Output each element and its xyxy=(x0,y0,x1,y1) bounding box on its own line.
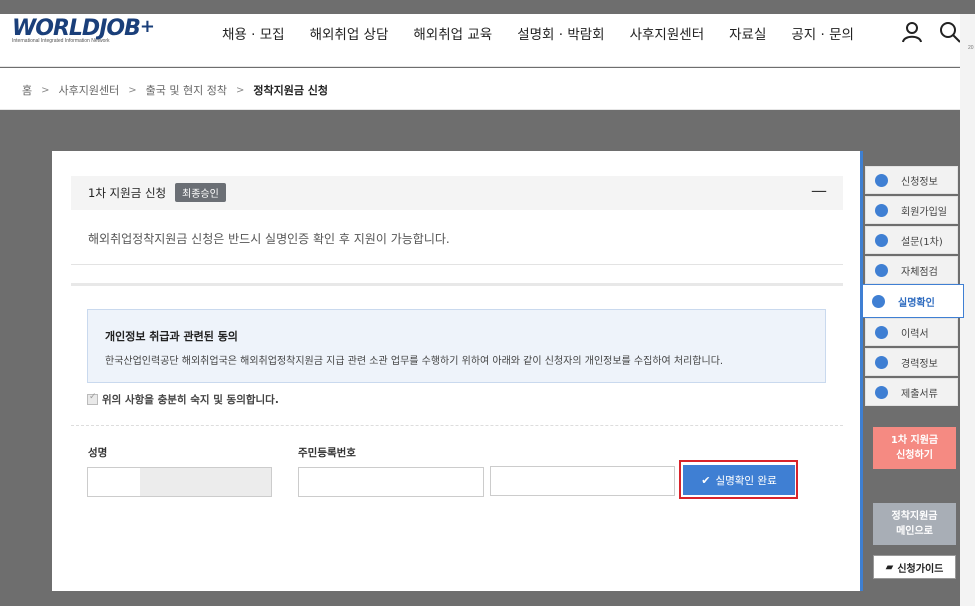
main-button[interactable]: 정착지원금메인으로 xyxy=(873,503,956,545)
divider xyxy=(71,283,843,286)
modal-accent-line xyxy=(860,151,863,591)
verify-button[interactable]: ✔ 실명확인 완료 xyxy=(683,465,795,495)
breadcrumb: 홈 > 사후지원센터 > 출국 및 현지 정착 > 정착지원금 신청 xyxy=(22,82,328,98)
section-title: 1차 지원금 신청 xyxy=(88,186,167,200)
user-icon[interactable] xyxy=(900,20,924,44)
step-label: 자체점검 xyxy=(901,266,938,278)
name-field[interactable] xyxy=(87,467,272,497)
chevron-right-icon: > xyxy=(128,84,137,96)
step-dot-icon xyxy=(875,325,888,339)
step-dot-icon xyxy=(875,385,888,399)
nav-item-recruit[interactable]: 채용 · 모집 xyxy=(222,23,285,43)
step-dot-icon xyxy=(875,355,888,369)
check-icon: ✔ xyxy=(701,473,711,487)
step-dot-icon xyxy=(875,203,888,217)
site-header: WORLDJOB+ International Integrated Infor… xyxy=(0,14,962,67)
agree-label: 위의 사항을 충분히 숙지 및 동의합니다. xyxy=(102,394,279,406)
nav-item-consult[interactable]: 해외취업 상담 xyxy=(310,23,389,43)
apply-button-line1: 1차 지원금 xyxy=(890,435,939,446)
step-label: 경력정보 xyxy=(901,358,938,370)
step-item-verification[interactable]: 실명확인 xyxy=(860,284,964,318)
main-button-line2: 메인으로 xyxy=(896,526,933,537)
divider xyxy=(71,425,843,426)
step-item-join-date[interactable]: 회원가입일 xyxy=(865,196,958,224)
rrn-front-field[interactable] xyxy=(298,467,484,497)
main-button-line1: 정착지원금 xyxy=(891,511,938,522)
step-dot-icon xyxy=(872,294,885,308)
breadcrumb-level1[interactable]: 사후지원센터 xyxy=(59,82,120,98)
agree-checkbox[interactable] xyxy=(87,392,98,405)
guide-button-label: 신청가이드 xyxy=(897,563,944,575)
step-item-apply-info[interactable]: 신청정보 xyxy=(865,166,958,194)
chevron-right-icon: > xyxy=(235,84,245,96)
divider xyxy=(71,264,843,265)
apply-button[interactable]: 1차 지원금신청하기 xyxy=(873,427,956,469)
consent-box: 개인정보 취급과 관련된 동의 한국산업인력공단 해외취업국은 해외취업정착지원… xyxy=(87,309,826,383)
step-label: 제출서류 xyxy=(901,388,938,400)
step-dot-icon xyxy=(875,233,888,247)
step-dot-icon xyxy=(875,173,888,187)
collapse-button[interactable]: — xyxy=(811,181,827,200)
breadcrumb-current: 정착지원금 신청 xyxy=(253,84,329,97)
nav-item-library[interactable]: 자료실 xyxy=(729,23,766,43)
consent-description: 한국산업인력공단 해외취업국은 해외취업정착지원금 지급 관련 소관 업무를 수… xyxy=(105,356,724,367)
step-label: 실명확인 xyxy=(898,297,935,309)
main-nav: 채용 · 모집 해외취업 상담 해외취업 교육 설명회 · 박람회 사후지원센터… xyxy=(222,23,879,43)
breadcrumb-bar: 홈 > 사후지원센터 > 출국 및 현지 정착 > 정착지원금 신청 xyxy=(0,68,960,110)
consent-title: 개인정보 취급과 관련된 동의 xyxy=(105,330,238,343)
step-item-career[interactable]: 경력정보 xyxy=(865,348,958,376)
step-label: 이력서 xyxy=(901,328,929,340)
bottom-strip xyxy=(0,591,960,606)
step-item-self-check[interactable]: 자체점검 xyxy=(865,256,958,284)
name-label: 성명 xyxy=(88,447,108,459)
site-logo[interactable]: WORLDJOB+ International Integrated Infor… xyxy=(12,16,155,44)
step-label: 회원가입일 xyxy=(901,206,947,218)
book-icon: ▰ xyxy=(885,561,894,573)
verify-button-label: 실명확인 완료 xyxy=(715,474,777,487)
apply-button-line2: 신청하기 xyxy=(896,450,933,461)
rrn-label: 주민등록번호 xyxy=(298,447,356,459)
step-dot-icon xyxy=(875,263,888,277)
step-item-survey[interactable]: 설문(1차) xyxy=(865,226,958,254)
strip-text: 20 xyxy=(968,45,974,51)
nav-item-notice[interactable]: 공지 · 문의 xyxy=(791,23,854,43)
section-header: 1차 지원금 신청 최종승인 — xyxy=(71,176,843,210)
nav-item-education[interactable]: 해외취업 교육 xyxy=(413,23,492,43)
search-icon[interactable] xyxy=(938,20,962,44)
agree-row[interactable]: 위의 사항을 충분히 숙지 및 동의합니다. xyxy=(87,392,279,407)
nav-item-fair[interactable]: 설명회 · 박람회 xyxy=(517,23,604,43)
name-field-masked xyxy=(140,468,271,496)
breadcrumb-home[interactable]: 홈 xyxy=(22,82,32,98)
breadcrumb-level2[interactable]: 출국 및 현지 정착 xyxy=(146,82,227,98)
top-bar xyxy=(0,0,975,14)
rrn-back-field[interactable] xyxy=(490,466,675,496)
nav-item-aftercare[interactable]: 사후지원센터 xyxy=(630,23,705,43)
step-label: 신청정보 xyxy=(901,176,938,188)
status-badge: 최종승인 xyxy=(175,183,226,202)
chevron-right-icon: > xyxy=(41,84,50,96)
notice-text: 해외취업정착지원금 신청은 반드시 실명인증 확인 후 지원이 가능합니다. xyxy=(88,232,450,246)
step-label: 설문(1차) xyxy=(901,236,943,248)
guide-button[interactable]: ▰ 신청가이드 xyxy=(873,555,956,579)
step-item-documents[interactable]: 제출서류 xyxy=(865,378,958,406)
step-item-resume[interactable]: 이력서 xyxy=(865,318,958,346)
